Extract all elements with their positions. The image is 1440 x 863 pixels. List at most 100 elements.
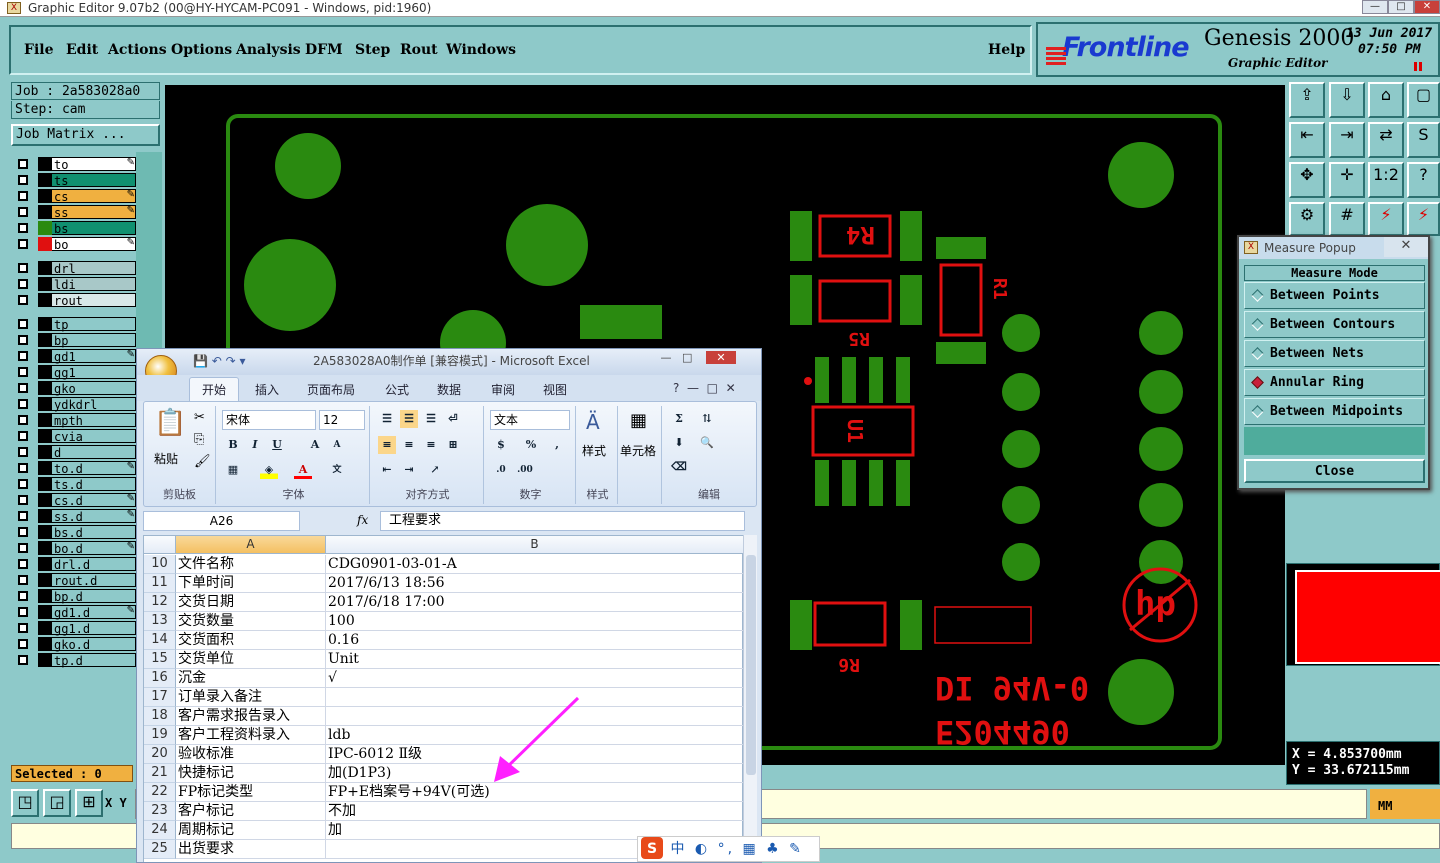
menu-windows[interactable]: Windows bbox=[446, 42, 516, 58]
app-icon[interactable]: X bbox=[7, 2, 21, 14]
tool-grid-icon[interactable]: # bbox=[1329, 202, 1365, 236]
layer-checkbox[interactable] bbox=[18, 263, 28, 273]
layer-row-cs-d[interactable]: cs.d ✎ bbox=[16, 493, 137, 508]
layer-checkbox[interactable] bbox=[18, 415, 28, 425]
cell-a[interactable]: 订单录入备注 bbox=[176, 688, 326, 707]
align-top-icon[interactable]: ☰ bbox=[378, 410, 396, 428]
layer-label[interactable]: rout.d bbox=[38, 573, 136, 588]
column-header-a[interactable]: A bbox=[176, 536, 326, 554]
layer-label[interactable]: d bbox=[38, 445, 136, 460]
excel-titlebar[interactable]: 💾 ↶ ↷ ▾ 2A583028A0制作单 [兼容模式] - Microsoft… bbox=[137, 349, 761, 387]
layer-row-gd1[interactable]: gd1 ✎ bbox=[16, 349, 137, 364]
layer-checkbox[interactable] bbox=[18, 335, 28, 345]
cell-a[interactable]: 验收标准 bbox=[176, 745, 326, 764]
zoom-fit-icon[interactable]: ◲ bbox=[43, 789, 71, 817]
layer-label[interactable]: gg1.d bbox=[38, 621, 136, 636]
sogou-icon[interactable]: S bbox=[641, 837, 663, 859]
align-middle-icon[interactable]: ☰ bbox=[400, 410, 418, 428]
layer-label[interactable]: tp bbox=[38, 317, 136, 332]
copy-icon[interactable]: ⎘ bbox=[194, 432, 204, 447]
row-header[interactable]: 16 bbox=[144, 669, 176, 688]
row-header[interactable]: 21 bbox=[144, 764, 176, 783]
layer-row-rout[interactable]: rout bbox=[16, 293, 137, 308]
layer-checkbox[interactable] bbox=[18, 175, 28, 185]
mode-between-midpoints[interactable]: Between Midpoints bbox=[1244, 398, 1425, 425]
layer-checkbox[interactable] bbox=[18, 639, 28, 649]
layer-checkbox[interactable] bbox=[18, 399, 28, 409]
underline-icon[interactable]: U bbox=[268, 436, 286, 454]
layer-label[interactable]: ss.d bbox=[38, 509, 136, 524]
worksheet-grid[interactable]: A B 10 文件名称 CDG0901-03-01-A 11 下单时间 2017/6/13… bbox=[143, 535, 744, 862]
layer-row-ss[interactable]: ss ✎ bbox=[16, 205, 137, 220]
layer-row-tp[interactable]: tp bbox=[16, 317, 137, 332]
layer-label[interactable]: ss bbox=[38, 205, 136, 220]
layer-label[interactable]: drl.d bbox=[38, 557, 136, 572]
layer-label[interactable]: drl bbox=[38, 261, 136, 276]
font-color-icon[interactable]: A bbox=[294, 461, 312, 479]
layer-row-gko-d[interactable]: gko.d bbox=[16, 637, 137, 652]
cell-a[interactable]: 周期标记 bbox=[176, 821, 326, 840]
row-header[interactable]: 17 bbox=[144, 688, 176, 707]
layer-row-rout-d[interactable]: rout.d bbox=[16, 573, 137, 588]
layer-label[interactable]: mpth bbox=[38, 413, 136, 428]
find-icon[interactable]: 🔍 bbox=[698, 434, 716, 452]
layer-label[interactable]: to bbox=[38, 157, 136, 172]
layer-row-drl[interactable]: drl bbox=[16, 261, 137, 276]
measure-popup-titlebar[interactable]: X Measure Popup ✕ bbox=[1239, 237, 1428, 259]
layer-row-ss-d[interactable]: ss.d ✎ bbox=[16, 509, 137, 524]
align-left-icon[interactable]: ≡ bbox=[378, 436, 396, 454]
bold-icon[interactable]: B bbox=[224, 436, 242, 454]
tool-s-icon[interactable]: S bbox=[1407, 122, 1440, 158]
layer-label[interactable]: bs bbox=[38, 221, 136, 236]
layer-checkbox[interactable] bbox=[18, 591, 28, 601]
cell-a[interactable]: 交货日期 bbox=[176, 593, 326, 612]
italic-icon[interactable]: I bbox=[246, 436, 264, 454]
layer-label[interactable]: to.d bbox=[38, 461, 136, 476]
tool-swap-icon[interactable]: ⇄ bbox=[1368, 122, 1404, 158]
paste-button[interactable]: 粘贴 bbox=[154, 450, 178, 467]
font-name-combo[interactable]: 宋体 bbox=[222, 410, 316, 430]
layer-label[interactable]: cs.d bbox=[38, 493, 136, 508]
layer-checkbox[interactable] bbox=[18, 463, 28, 473]
layer-label[interactable]: ts.d bbox=[38, 477, 136, 492]
number-format-combo[interactable]: 文本 bbox=[490, 410, 570, 430]
cell-a[interactable]: 客户需求报告录入 bbox=[176, 707, 326, 726]
styles-icon[interactable]: Ä bbox=[586, 410, 600, 434]
layer-checkbox[interactable] bbox=[18, 159, 28, 169]
layer-row-drl-d[interactable]: drl.d bbox=[16, 557, 137, 572]
layer-label[interactable]: bp bbox=[38, 333, 136, 348]
layer-checkbox[interactable] bbox=[18, 655, 28, 665]
ime-toolbar[interactable]: S 中 ◐ °, ▦ ♣ ✎ bbox=[637, 836, 820, 862]
align-center-icon[interactable]: ≡ bbox=[400, 436, 418, 454]
excel-window-buttons[interactable]: — □ ✕ bbox=[657, 351, 757, 367]
layer-row-mpth[interactable]: mpth bbox=[16, 413, 137, 428]
cell-b[interactable]: 不加 bbox=[326, 802, 744, 821]
cell-a[interactable]: FP标记类型 bbox=[176, 783, 326, 802]
layer-checkbox[interactable] bbox=[18, 495, 28, 505]
cell-a[interactable]: 下单时间 bbox=[176, 574, 326, 593]
layer-row-cs[interactable]: cs ✎ bbox=[16, 189, 137, 204]
mode-between-points[interactable]: Between Points bbox=[1244, 282, 1425, 309]
layer-label[interactable]: gd1.d bbox=[38, 605, 136, 620]
layer-row-gko[interactable]: gko bbox=[16, 381, 137, 396]
layer-label[interactable]: gko.d bbox=[38, 637, 136, 652]
shrink-font-icon[interactable]: A bbox=[328, 436, 346, 454]
layer-row-ydkdrl[interactable]: ydkdrl bbox=[16, 397, 137, 412]
zoom-area-icon[interactable]: ◳ bbox=[11, 789, 39, 817]
cut-icon[interactable]: ✂ bbox=[194, 410, 205, 425]
layer-checkbox[interactable] bbox=[18, 223, 28, 233]
layer-row-gg1[interactable]: gg1 bbox=[16, 365, 137, 380]
percent-icon[interactable]: % bbox=[522, 436, 540, 454]
ime-status[interactable]: 中 ◐ °, ▦ ♣ ✎ bbox=[670, 841, 803, 857]
menu-step[interactable]: Step bbox=[355, 42, 390, 58]
job-matrix-button[interactable]: Job Matrix ... bbox=[11, 124, 160, 146]
layer-row-bs[interactable]: bs bbox=[16, 221, 137, 236]
align-right-icon[interactable]: ≡ bbox=[422, 436, 440, 454]
cell-a[interactable]: 出货要求 bbox=[176, 840, 326, 859]
align-bottom-icon[interactable]: ☰ bbox=[422, 410, 440, 428]
layer-label[interactable]: cs bbox=[38, 189, 136, 204]
tool-scale-icon[interactable]: 1:2 bbox=[1368, 162, 1404, 198]
layer-row-d[interactable]: d bbox=[16, 445, 137, 460]
cell-a[interactable]: 文件名称 bbox=[176, 555, 326, 574]
tool-expand-icon[interactable]: ✥ bbox=[1289, 162, 1325, 198]
